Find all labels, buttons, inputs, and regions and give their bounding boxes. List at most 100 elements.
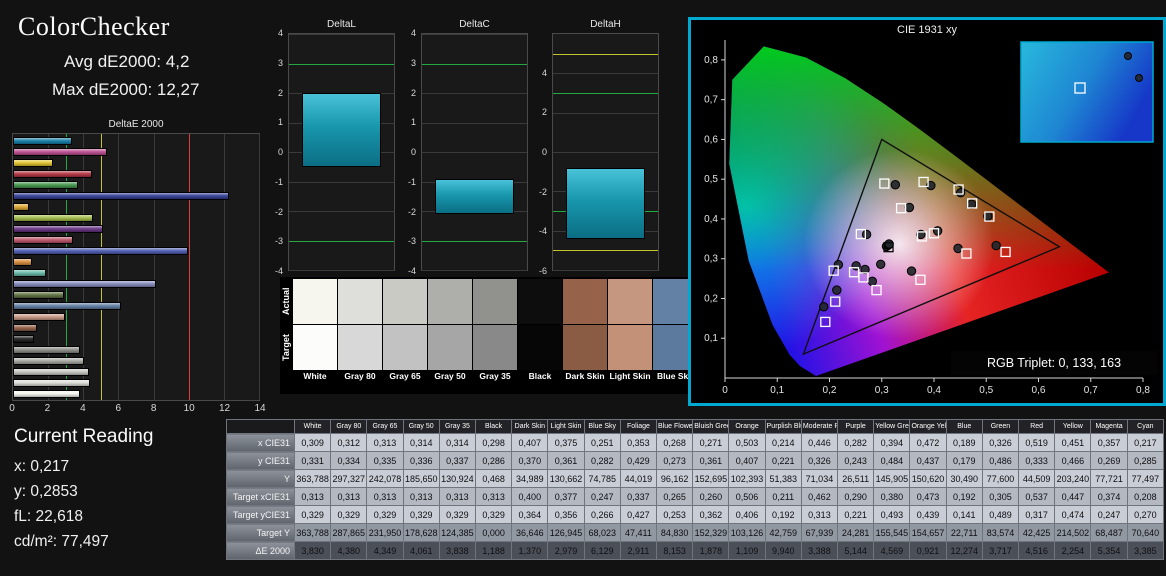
- deltac-chart-title: DeltaC: [459, 19, 490, 30]
- table-cell: 0,314: [438, 433, 477, 452]
- table-cell: 0,192: [764, 505, 802, 524]
- table-cell: 0,468: [475, 469, 513, 488]
- column-header: Magenta: [1090, 419, 1128, 434]
- deltae-bar: [13, 269, 46, 277]
- deltac-y-tick-label: 0: [410, 147, 416, 157]
- deltal-value-box: [302, 93, 381, 167]
- measured-point: [966, 199, 977, 209]
- table-cell: 0,489: [981, 505, 1020, 524]
- deltae-bar: [13, 236, 73, 244]
- table-cell: 0,314: [402, 433, 440, 452]
- target-swatch: [293, 325, 337, 370]
- actual-swatch: [293, 279, 337, 324]
- swatch-label: Black: [528, 371, 552, 381]
- table-cell: 0,356: [547, 505, 585, 524]
- table-cell: 24,281: [837, 523, 875, 542]
- column-header: Purplish Blue: [764, 419, 802, 434]
- table-cell: 0,472: [909, 433, 947, 452]
- cie-tick-label: 0,2: [823, 385, 837, 396]
- actual-swatch: [518, 279, 562, 324]
- table-cell: 0,375: [547, 433, 585, 452]
- reading-x: x: 0,217: [14, 458, 70, 475]
- table-cell: 0,473: [909, 487, 947, 506]
- table-cell: 0,273: [656, 451, 694, 470]
- table-cell: 0,208: [1126, 487, 1165, 506]
- table-cell: 44,019: [619, 469, 658, 488]
- table-cell: 124,385: [438, 523, 477, 542]
- table-cell: 126,945: [547, 523, 585, 542]
- table-cell: 0,221: [837, 505, 875, 524]
- deltah-gridline: [553, 270, 658, 271]
- table-cell: 102,393: [728, 469, 766, 488]
- table-cell: 0,394: [873, 433, 911, 452]
- deltah-reference-line: [553, 250, 658, 252]
- table-cell: 0,361: [692, 451, 730, 470]
- deltae-x-tick-label: 4: [80, 403, 86, 414]
- table-cell: 6,129: [583, 541, 621, 560]
- swatch-label: Gray 50: [434, 371, 466, 381]
- actual-swatch: [563, 279, 607, 324]
- table-cell: 0,329: [293, 505, 332, 524]
- measured-point: [884, 239, 894, 249]
- table-cell: 0,313: [475, 487, 513, 506]
- row-label: Target Y: [226, 523, 295, 542]
- table-cell: 130,924: [438, 469, 477, 488]
- table-cell: 0,282: [583, 451, 621, 470]
- table-cell: 44,509: [1018, 469, 1056, 488]
- deltae-bar: [13, 313, 66, 321]
- deltah-gridline: [553, 73, 658, 75]
- deltae-bar: [13, 192, 229, 200]
- table-cell: 96,162: [656, 469, 694, 488]
- deltac-y-tick-label: -4: [407, 266, 416, 276]
- table-cell: 2,979: [547, 541, 585, 560]
- table-cell: 0,247: [1090, 505, 1128, 524]
- deltae-bar: [13, 181, 79, 189]
- deltae-gridline: [153, 134, 155, 400]
- table-cell: 1,878: [692, 541, 730, 560]
- deltae-gridline: [259, 134, 260, 400]
- cie-tick-label: 0,5: [979, 385, 993, 396]
- column-header: Black: [475, 419, 513, 434]
- table-cell: 0,214: [764, 433, 802, 452]
- avg-de2000-stat: Avg dE2000: 4,2: [64, 52, 190, 71]
- swatch-label: Blue Sky: [657, 371, 688, 381]
- table-cell: 0,270: [1126, 505, 1165, 524]
- cie-tick-label: 0,4: [927, 385, 941, 396]
- swatch-column: Gray 50: [428, 279, 472, 383]
- column-header: Bluish Green: [692, 419, 730, 434]
- swatch-grid: White Gray 80 Gray 65 Gray 50 Gray 35 Black Da…: [293, 279, 688, 383]
- table-cell: 0,217: [1126, 433, 1165, 452]
- deltae-reference-line: [188, 134, 190, 400]
- table-cell: 0,429: [619, 451, 658, 470]
- table-cell: 0,400: [511, 487, 549, 506]
- table-cell: 84,830: [656, 523, 694, 542]
- swatch-label: White: [303, 371, 327, 381]
- table-cell: 0,329: [438, 505, 477, 524]
- measured-point: [832, 285, 842, 295]
- table-cell: 71,034: [800, 469, 839, 488]
- cie-tick-label: 0,6: [1032, 385, 1046, 396]
- table-cell: 0,326: [800, 451, 839, 470]
- row-label: x CIE31: [226, 433, 295, 452]
- table-cell: 0,337: [438, 451, 477, 470]
- deltae-x-tick-label: 6: [115, 403, 122, 414]
- table-cell: 83,574: [981, 523, 1020, 542]
- deltal-y-tick-label: 2: [277, 87, 283, 98]
- table-cell: 42,425: [1018, 523, 1056, 542]
- table-row: x CIE31 0,309 0,312 0,313 0,314 0,314 0,298 0,4…: [226, 433, 1165, 452]
- target-swatch: [518, 325, 562, 370]
- table-cell: 1,370: [511, 541, 549, 560]
- deltal-y-tick-label: -2: [274, 206, 283, 217]
- table-cell: 0,305: [981, 487, 1020, 506]
- table-cell: 77,721: [1090, 469, 1128, 488]
- table-cell: 0,266: [583, 505, 621, 524]
- column-header: Dark Skin: [511, 419, 549, 434]
- deltae-bar: [13, 137, 73, 145]
- table-cell: 0,329: [475, 505, 513, 524]
- table-cell: 0,506: [728, 487, 766, 506]
- row-label: Target yCIE31: [226, 505, 295, 524]
- cie-panel: CIE 1931 xy 0 0,1 0,2 0,3 0,4 0,5 0,6 0,7 0,8 0,1…: [688, 17, 1166, 406]
- column-header: White: [293, 419, 332, 434]
- cie-zoom-inset: [1020, 41, 1154, 143]
- table-cell: 4,349: [366, 541, 404, 560]
